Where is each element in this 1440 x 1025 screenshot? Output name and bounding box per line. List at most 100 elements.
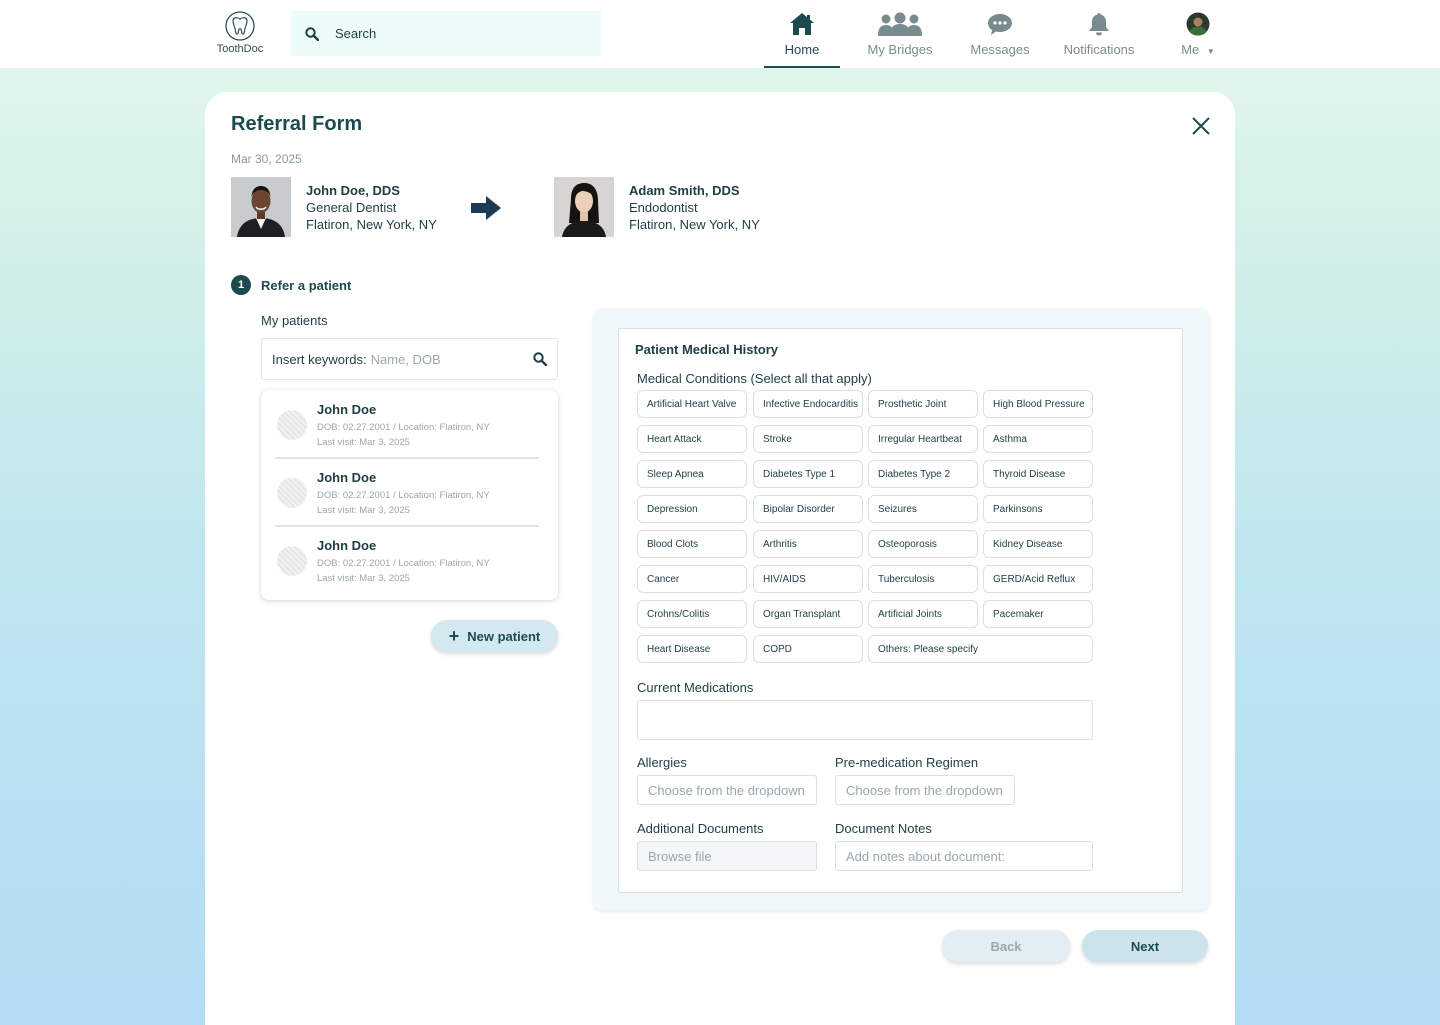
condition-chip[interactable]: Heart Disease <box>637 635 747 663</box>
document-notes-input[interactable]: Add notes about document: <box>835 841 1093 871</box>
condition-chip[interactable]: HIV/AIDS <box>753 565 863 593</box>
search-icon <box>305 26 319 41</box>
receiving-doctor-specialty: Endodontist <box>629 200 698 215</box>
condition-chip[interactable]: Prosthetic Joint <box>868 390 978 418</box>
patient-name: John Doe <box>317 470 377 485</box>
patient-avatar <box>277 546 307 576</box>
condition-chip[interactable]: Crohns/Colitis <box>637 600 747 628</box>
browse-file-button[interactable]: Browse file <box>637 841 817 871</box>
keyword-input[interactable]: Name, DOB <box>371 352 441 367</box>
condition-chip[interactable]: Kidney Disease <box>983 530 1093 558</box>
condition-chip[interactable]: Irregular Heartbeat <box>868 425 978 453</box>
condition-chip[interactable]: Cancer <box>637 565 747 593</box>
arrow-right-icon <box>470 195 502 226</box>
medical-history-title: Patient Medical History <box>635 342 779 357</box>
nav-messages[interactable]: Messages <box>962 10 1038 68</box>
condition-chip[interactable]: Pacemaker <box>983 600 1093 628</box>
back-button[interactable]: Back <box>942 930 1070 962</box>
chat-bubble-icon <box>988 14 1012 35</box>
patient-name: John Doe <box>317 402 377 417</box>
logo[interactable]: ToothDoc <box>216 11 264 55</box>
patient-dob-location: DOB: 02.27.2001 / Location: Flatiron, NY <box>317 422 490 433</box>
premedication-label: Pre-medication Regimen <box>835 755 979 770</box>
referral-date: Mar 30, 2025 <box>231 152 302 166</box>
top-navigation-bar: ToothDoc Search Home My Bridges Messages… <box>0 0 1440 68</box>
condition-chip[interactable]: Osteoporosis <box>868 530 978 558</box>
document-notes-label: Document Notes <box>835 821 932 836</box>
search-bar[interactable]: Search <box>291 11 601 56</box>
condition-chip[interactable]: Asthma <box>983 425 1093 453</box>
referral-form-card: Referral Form Mar 30, 2025 John Doe, DDS… <box>205 92 1235 1025</box>
condition-chip[interactable]: Sleep Apnea <box>637 460 747 488</box>
nav-notifications-label: Notifications <box>1063 42 1135 57</box>
premedication-dropdown[interactable]: Choose from the dropdown <box>835 775 1015 805</box>
condition-chip[interactable]: Others: Please specify <box>868 635 1093 663</box>
new-patient-button[interactable]: + New patient <box>431 620 558 652</box>
current-medications-input[interactable] <box>637 700 1093 740</box>
receiving-doctor: Adam Smith, DDS Endodontist Flatiron, Ne… <box>554 177 760 237</box>
condition-chip[interactable]: COPD <box>753 635 863 663</box>
condition-chip[interactable]: GERD/Acid Reflux <box>983 565 1093 593</box>
referring-doctor: John Doe, DDS General Dentist Flatiron, … <box>231 177 437 237</box>
patient-avatar <box>277 410 307 440</box>
patient-keyword-search[interactable]: Insert keywords: Name, DOB <box>261 338 558 380</box>
referring-doctor-name: John Doe, DDS <box>306 183 400 198</box>
referring-doctor-location: Flatiron, New York, NY <box>306 217 437 232</box>
patient-list-item[interactable]: John Doe DOB: 02.27.2001 / Location: Fla… <box>275 460 539 528</box>
step-label: Refer a patient <box>261 277 352 293</box>
people-icon <box>878 12 922 36</box>
condition-chip[interactable]: Diabetes Type 1 <box>753 460 863 488</box>
close-button[interactable] <box>1189 114 1213 138</box>
step-indicator: 1 Refer a patient <box>231 275 351 295</box>
nav-me[interactable]: Me ▼ <box>1172 10 1224 68</box>
patient-name: John Doe <box>317 538 377 553</box>
patient-last-visit: Last visit: Mar 3, 2025 <box>317 573 410 584</box>
patient-list-item[interactable]: John Doe DOB: 02.27.2001 / Location: Fla… <box>275 528 539 596</box>
condition-chip[interactable]: Bipolar Disorder <box>753 495 863 523</box>
receiving-doctor-name: Adam Smith, DDS <box>629 183 740 198</box>
patient-avatar <box>277 478 307 508</box>
list-divider <box>275 525 539 527</box>
nav-my-bridges[interactable]: My Bridges <box>862 10 938 68</box>
condition-chip[interactable]: Arthritis <box>753 530 863 558</box>
condition-chip[interactable]: Heart Attack <box>637 425 747 453</box>
caret-down-icon: ▼ <box>1206 47 1215 56</box>
condition-chip[interactable]: Infective Endocarditis <box>753 390 863 418</box>
condition-chip[interactable]: Artificial Heart Valve <box>637 390 747 418</box>
condition-chip[interactable]: Tuberculosis <box>868 565 978 593</box>
nav-messages-label: Messages <box>970 42 1030 57</box>
new-patient-label: New patient <box>467 628 541 644</box>
nav-home[interactable]: Home <box>764 10 840 68</box>
next-button[interactable]: Next <box>1082 930 1208 962</box>
condition-chip[interactable]: Organ Transplant <box>753 600 863 628</box>
current-medications-label: Current Medications <box>637 680 754 695</box>
patient-list-item[interactable]: John Doe DOB: 02.27.2001 / Location: Fla… <box>275 392 539 460</box>
condition-chip[interactable]: Seizures <box>868 495 978 523</box>
search-icon[interactable] <box>533 352 547 366</box>
allergies-label: Allergies <box>637 755 687 770</box>
patient-last-visit: Last visit: Mar 3, 2025 <box>317 505 410 516</box>
keyword-label: Insert keywords: <box>272 351 367 367</box>
nav-me-label: Me ▼ <box>1172 42 1224 57</box>
receiving-doctor-location: Flatiron, New York, NY <box>629 217 760 232</box>
nav-notifications[interactable]: Notifications <box>1058 10 1140 68</box>
allergies-dropdown[interactable]: Choose from the dropdown <box>637 775 817 805</box>
avatar <box>1186 12 1210 36</box>
condition-chip[interactable]: Diabetes Type 2 <box>868 460 978 488</box>
condition-chip[interactable]: Depression <box>637 495 747 523</box>
tooth-logo-icon <box>225 11 255 41</box>
condition-chip[interactable]: Artificial Joints <box>868 600 978 628</box>
condition-chip[interactable]: Parkinsons <box>983 495 1093 523</box>
condition-chip[interactable]: Blood Clots <box>637 530 747 558</box>
condition-chip[interactable]: Thyroid Disease <box>983 460 1093 488</box>
search-input[interactable]: Search <box>335 26 376 41</box>
nav-my-bridges-label: My Bridges <box>867 42 933 57</box>
medical-history-panel: Patient Medical History Medical Conditio… <box>594 309 1209 910</box>
condition-chip[interactable]: High Blood Pressure <box>983 390 1093 418</box>
condition-chip[interactable]: Stroke <box>753 425 863 453</box>
nav-home-label: Home <box>784 42 820 57</box>
patient-last-visit: Last visit: Mar 3, 2025 <box>317 437 410 448</box>
referring-doctor-photo <box>231 177 291 237</box>
receiving-doctor-photo <box>554 177 614 237</box>
list-divider <box>275 457 539 459</box>
